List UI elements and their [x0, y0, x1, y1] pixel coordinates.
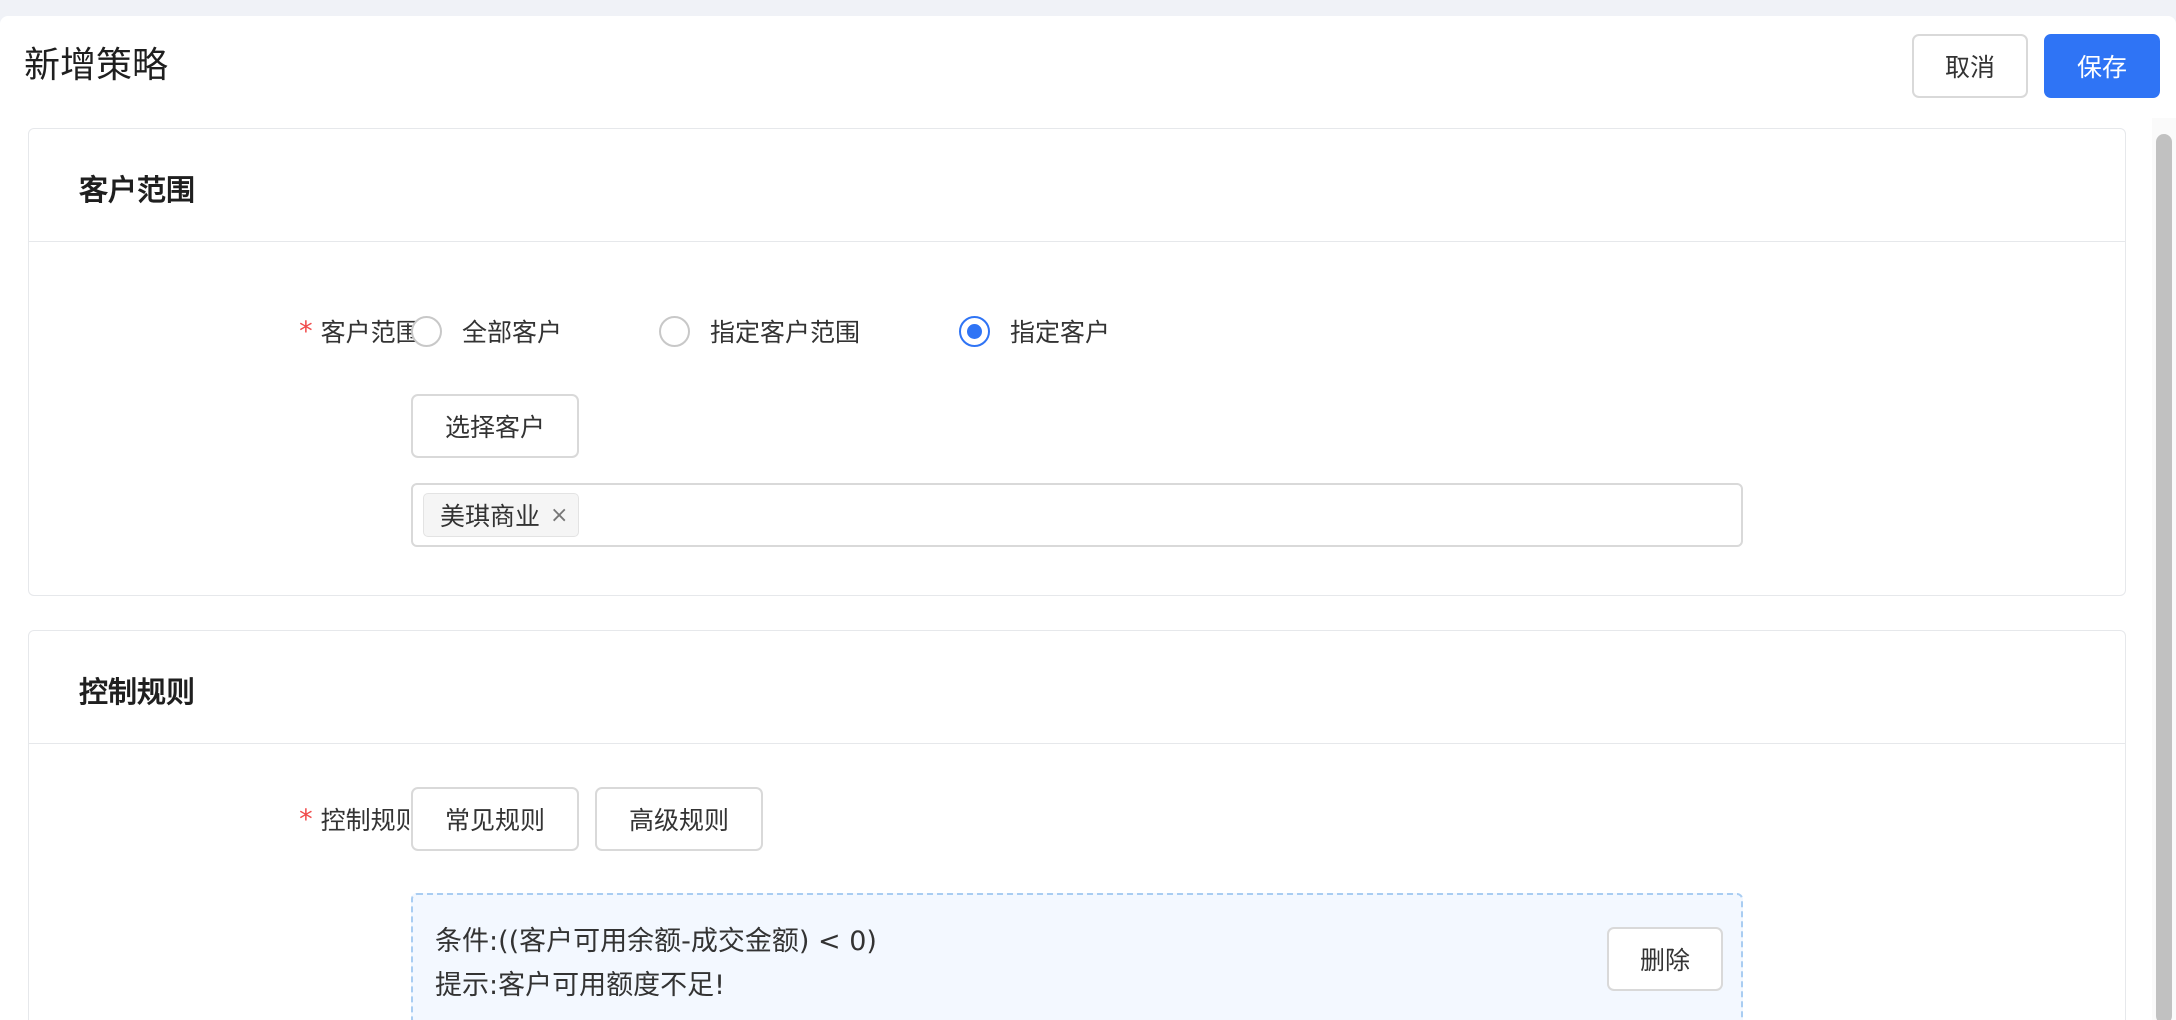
rule-item: 条件:((客户可用余额-成交金额) < 0) 提示:客户可用额度不足! 删除 — [411, 893, 1743, 1020]
radio-button-checked[interactable] — [959, 315, 990, 347]
radio-button-unchecked[interactable] — [659, 315, 690, 347]
save-button[interactable]: 保存 — [2044, 34, 2160, 98]
customer-tag-label: 美琪商业 — [440, 502, 541, 531]
required-mark: * — [299, 803, 313, 835]
rule-hint: 提示:客户可用额度不足! — [435, 970, 725, 1001]
customer-scope-section-title: 客户范围 — [79, 173, 196, 207]
customer-scope-card: 客户范围 * 客户范围: 全部客户 指定客户范围 指定客户 选择客户 美琪商业 — [28, 128, 2126, 596]
select-customer-button[interactable]: 选择客户 — [411, 394, 579, 458]
divider — [29, 743, 2125, 744]
radio-all-customers[interactable]: 全部客户 — [411, 313, 562, 349]
control-rules-card: 控制规则 * 控制规则: 常见规则 高级规则 条件:((客户可用余额-成交金额)… — [28, 630, 2126, 1020]
delete-rule-button[interactable]: 删除 — [1607, 927, 1723, 991]
common-rules-button[interactable]: 常见规则 — [411, 787, 579, 851]
radio-label: 全部客户 — [462, 318, 563, 347]
radio-label: 指定客户 — [1010, 318, 1111, 347]
page-header: 新增策略 取消 保存 — [0, 16, 2176, 116]
selected-customers-box[interactable]: 美琪商业 × — [411, 483, 1743, 547]
control-rules-section-title: 控制规则 — [79, 675, 196, 709]
rule-condition: 条件:((客户可用余额-成交金额) < 0) — [435, 926, 877, 957]
radio-label: 指定客户范围 — [710, 318, 861, 347]
radio-specified-customer-range[interactable]: 指定客户范围 — [659, 313, 860, 349]
page-container: 新增策略 取消 保存 客户范围 * 客户范围: 全部客户 指定客户范围 指定客户 — [0, 16, 2176, 1020]
radio-button-unchecked[interactable] — [411, 315, 442, 347]
page-title: 新增策略 — [24, 45, 169, 86]
divider — [29, 241, 2125, 242]
advanced-rules-button[interactable]: 高级规则 — [595, 787, 763, 851]
scrollbar-thumb[interactable] — [2156, 134, 2172, 1020]
customer-scope-field-label: * 客户范围: — [259, 311, 429, 351]
close-icon[interactable]: × — [550, 503, 568, 528]
control-rules-field-label: * 控制规则: — [259, 799, 429, 839]
required-mark: * — [299, 315, 313, 347]
customer-tag: 美琪商业 × — [423, 493, 580, 537]
radio-specified-customer[interactable]: 指定客户 — [959, 313, 1110, 349]
cancel-button[interactable]: 取消 — [1912, 34, 2028, 98]
